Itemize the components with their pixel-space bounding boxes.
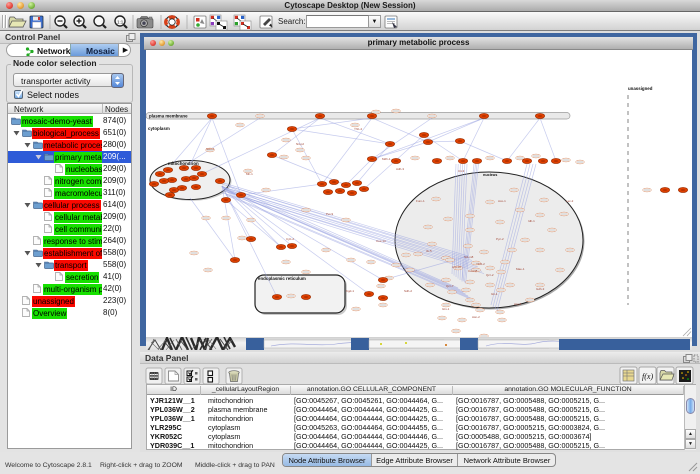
svg-text:YKR-2: YKR-2	[476, 262, 485, 266]
svg-text:nucleus: nucleus	[483, 173, 497, 177]
svg-text:Gdh-3: Gdh-3	[536, 287, 545, 291]
svg-text:Mdh-1: Mdh-1	[382, 157, 391, 161]
svg-text:Idh-1: Idh-1	[528, 219, 535, 223]
svg-text:Qcr-7: Qcr-7	[446, 284, 454, 288]
svg-text:Adh-3: Adh-3	[396, 167, 404, 171]
svg-text:Cyb-2: Cyb-2	[286, 237, 294, 241]
svg-text:Pet-9: Pet-9	[326, 212, 334, 216]
svg-text:Cox-13: Cox-13	[376, 239, 386, 243]
svg-text:Gln-1: Gln-1	[442, 307, 450, 311]
svg-text:Ilv-5: Ilv-5	[426, 249, 432, 253]
svg-text:Mir-1: Mir-1	[246, 172, 253, 176]
svg-text:f(x): f(x)	[642, 372, 653, 381]
svg-text:Nit-p2: Nit-p2	[296, 142, 304, 146]
svg-text:plasma membrane: plasma membrane	[149, 114, 188, 119]
svg-text:Aco-1: Aco-1	[498, 199, 506, 203]
svg-text:endoplasmic reticulum: endoplasmic reticulum	[258, 276, 306, 281]
svg-text:Sdh-2: Sdh-2	[404, 289, 412, 293]
svg-text:Fum-1: Fum-1	[416, 199, 425, 203]
svg-text:Scl-m8: Scl-m8	[464, 255, 474, 259]
svg-text:Kgd-1: Kgd-1	[346, 289, 354, 293]
svg-text:Yhb-4: Yhb-4	[354, 127, 362, 131]
svg-text:Cal-N8: Cal-N8	[468, 269, 478, 273]
svg-text:1:1: 1:1	[117, 20, 124, 25]
svg-text:Pyc-2: Pyc-2	[496, 237, 504, 241]
svg-text:Lsc-2: Lsc-2	[566, 199, 574, 203]
svg-text:cytoplasm: cytoplasm	[148, 126, 170, 131]
svg-text:Atp-16: Atp-16	[452, 265, 461, 269]
svg-text:unassigned: unassigned	[628, 86, 653, 91]
svg-text:Mae-1: Mae-1	[516, 267, 525, 271]
svg-text:Asn-2: Asn-2	[472, 315, 480, 319]
svg-text:Qcr-2: Qcr-2	[486, 273, 494, 277]
svg-text:Arg-4: Arg-4	[514, 302, 522, 306]
svg-text:Scm-1: Scm-1	[206, 147, 215, 151]
svg-text:Cit-3: Cit-3	[458, 169, 465, 173]
svg-text:Glt-1: Glt-1	[491, 292, 498, 296]
